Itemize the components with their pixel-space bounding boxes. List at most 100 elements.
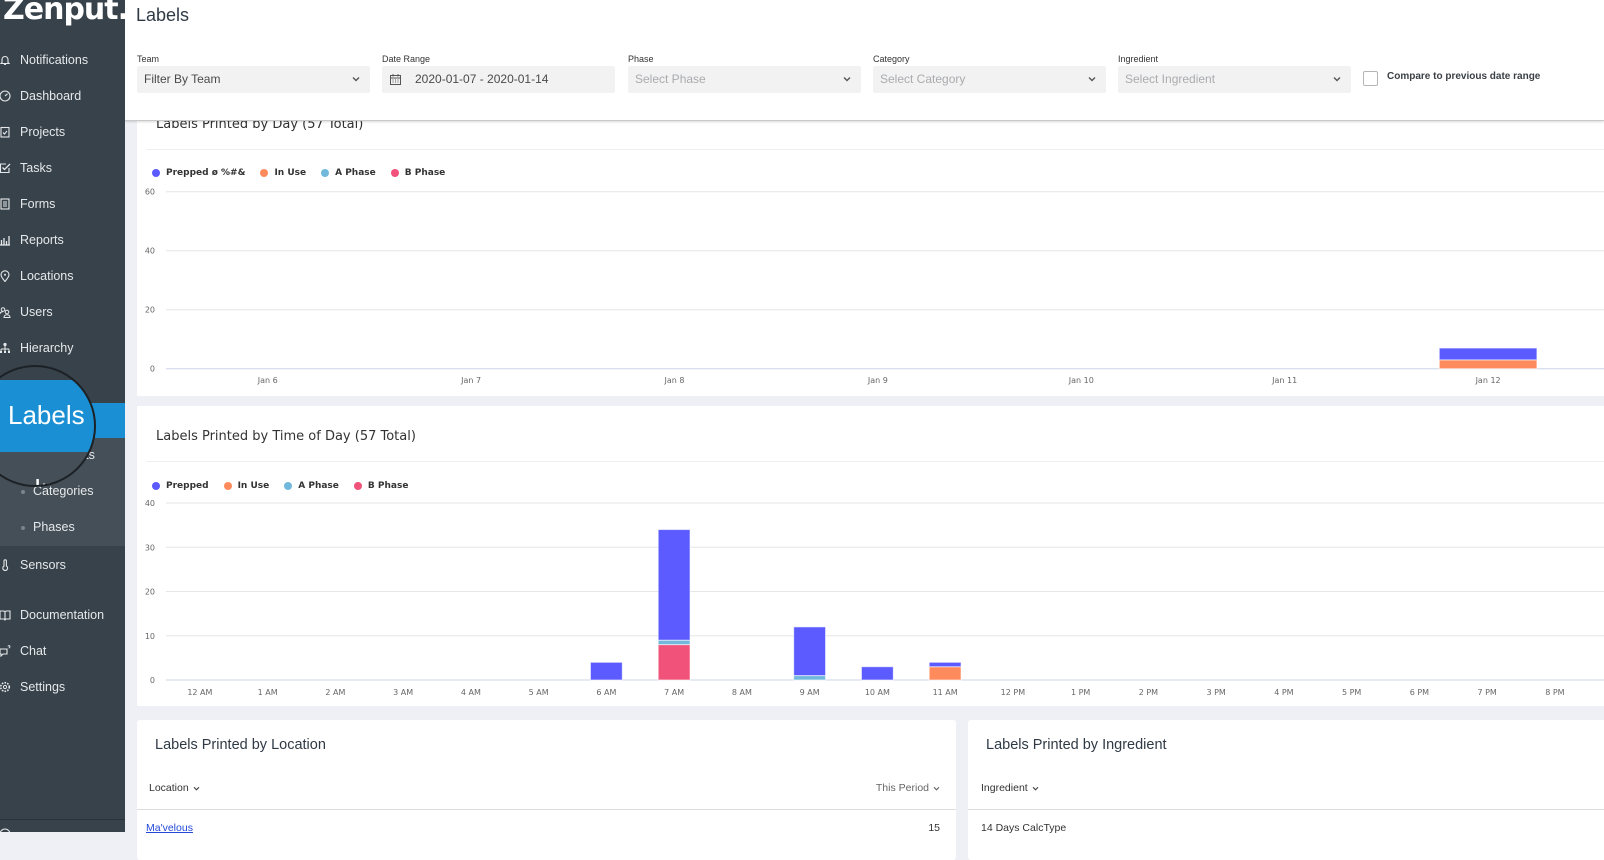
date-range-input[interactable]: 2020-01-07 - 2020-01-14 <box>382 66 615 93</box>
sidebar-item-tasks[interactable]: Tasks <box>0 150 125 186</box>
sidebar-item-dashboard[interactable]: Dashboard <box>0 78 125 114</box>
sidebar-item-notifications[interactable]: Notifications <box>0 42 125 78</box>
x-tick-label: 4 AM <box>461 688 481 697</box>
x-tick-label: Jan 8 <box>664 376 685 385</box>
this-period-column-header[interactable]: This Period <box>876 782 940 794</box>
y-tick-label: 20 <box>145 306 155 315</box>
x-tick-label: Jan 6 <box>257 376 278 385</box>
sidebar-item-label: Dashboard <box>20 89 82 103</box>
x-tick-label: 12 AM <box>187 688 212 697</box>
x-tick-label: 10 AM <box>865 688 890 697</box>
bullet-icon <box>21 526 25 530</box>
team-filter-label: Team <box>137 54 160 64</box>
compare-checkbox[interactable] <box>1363 71 1378 86</box>
sidebar-item-locations[interactable]: Locations <box>0 258 125 294</box>
x-tick-label: Jan 10 <box>1068 376 1094 385</box>
x-tick-label: 12 PM <box>1001 688 1026 697</box>
sidebar-subitem-label: Phases <box>33 520 75 534</box>
chevron-down-icon <box>843 77 851 82</box>
sidebar-item-label: Settings <box>20 680 66 694</box>
labels-by-ingredient-card: Labels Printed by Ingredient Ingredient … <box>968 720 1604 860</box>
phase-filter-label: Phase <box>628 54 654 64</box>
calendar-icon <box>390 74 401 85</box>
y-tick-label: 10 <box>145 632 155 641</box>
magnifier-overlay: Labels Ingredients <box>0 365 96 487</box>
sidebar-subitem-phases[interactable]: Phases <box>0 510 125 546</box>
ingredient-name: 14 Days CalcType <box>981 822 1067 834</box>
team-select-value: Filter By Team <box>144 72 221 86</box>
y-tick-label: 30 <box>145 543 155 552</box>
y-tick-label: 0 <box>150 365 155 374</box>
sidebar-item-settings[interactable]: Settings <box>0 669 125 705</box>
category-filter: Category Select Category <box>873 53 1106 93</box>
zenput-logo[interactable]: Zenput. <box>3 0 125 27</box>
sidebar-item-label: Chat <box>20 644 47 658</box>
phase-select-placeholder: Select Phase <box>635 72 706 86</box>
x-tick-label: 1 PM <box>1071 688 1090 697</box>
y-tick-label: 20 <box>145 588 155 597</box>
sidebar-item-sensors[interactable]: Sensors <box>0 547 125 583</box>
sidebar: Zenput. Notifications Dashboard Projects… <box>0 0 125 832</box>
column-header-label: Location <box>149 782 189 794</box>
book-icon <box>0 609 11 621</box>
location-column-header[interactable]: Location <box>149 782 200 794</box>
gauge-icon <box>0 90 11 102</box>
column-header-label: This Period <box>875 782 929 794</box>
bell-icon <box>0 54 11 66</box>
category-select[interactable]: Select Category <box>873 66 1106 93</box>
ingredient-select[interactable]: Select Ingredient <box>1118 66 1351 93</box>
ingredient-filter: Ingredient Select Ingredient <box>1118 53 1351 93</box>
x-tick-label: 8 PM <box>1545 688 1564 697</box>
hierarchy-icon <box>0 342 11 354</box>
ingredient-table-title: Labels Printed by Ingredient <box>986 737 1167 753</box>
sidebar-item-label: Users <box>20 305 53 319</box>
bar-segment-b-phase <box>657 644 691 681</box>
y-tick-label: 40 <box>145 247 155 256</box>
x-tick-label: Jan 7 <box>460 376 481 385</box>
x-tick-label: 7 AM <box>664 688 684 697</box>
map-pin-icon <box>0 270 11 282</box>
magnified-labels-text: Labels <box>8 400 85 430</box>
ingredient-filter-label: Ingredient <box>1118 54 1159 64</box>
sidebar-item-user-account[interactable] <box>0 822 125 832</box>
bar-segment-in-use <box>1438 359 1538 370</box>
x-tick-label: 3 AM <box>393 688 413 697</box>
bullet-icon <box>21 490 25 494</box>
x-tick-label: 8 AM <box>732 688 752 697</box>
x-tick-label: 6 AM <box>596 688 616 697</box>
sidebar-item-label: Sensors <box>20 558 66 572</box>
checkbox-icon <box>0 162 11 174</box>
sidebar-item-label: Tasks <box>20 161 52 175</box>
x-tick-label: 2 PM <box>1139 688 1158 697</box>
sidebar-item-reports[interactable]: Reports <box>0 222 125 258</box>
phase-filter: Phase Select Phase <box>628 53 861 93</box>
sidebar-item-label: Reports <box>20 233 64 247</box>
location-link[interactable]: Ma'velous <box>146 822 193 834</box>
chat-icon <box>0 645 11 657</box>
x-tick-label: 1 AM <box>258 688 278 697</box>
sidebar-item-hierarchy[interactable]: Hierarchy <box>0 330 125 366</box>
sidebar-item-users[interactable]: Users <box>0 294 125 330</box>
x-tick-label: Jan 11 <box>1271 376 1297 385</box>
document-icon <box>0 198 11 210</box>
phase-select[interactable]: Select Phase <box>628 66 861 93</box>
chevron-down-icon <box>193 786 200 791</box>
chevron-down-icon <box>1333 77 1341 82</box>
x-tick-label: 7 PM <box>1477 688 1496 697</box>
column-header-label: Ingredient <box>981 782 1028 794</box>
category-filter-label: Category <box>873 54 910 64</box>
ingredient-column-header[interactable]: Ingredient <box>981 782 1039 794</box>
labels-by-location-card: Labels Printed by Location Location This… <box>137 720 956 860</box>
team-select[interactable]: Filter By Team <box>137 66 370 93</box>
bar-chart-icon <box>0 234 11 246</box>
x-tick-label: 5 PM <box>1342 688 1361 697</box>
compare-checkbox-label[interactable]: Compare to previous date range <box>1387 71 1540 82</box>
sidebar-item-projects[interactable]: Projects <box>0 114 125 150</box>
sidebar-item-forms[interactable]: Forms <box>0 186 125 222</box>
date-range-label: Date Range <box>382 54 431 64</box>
gear-icon <box>0 681 11 693</box>
sidebar-item-documentation[interactable]: Documentation <box>0 597 125 633</box>
sidebar-item-chat[interactable]: Chat <box>0 633 125 669</box>
bar-segment-a-phase <box>793 675 827 681</box>
team-filter: Team Filter By Team <box>137 53 370 93</box>
